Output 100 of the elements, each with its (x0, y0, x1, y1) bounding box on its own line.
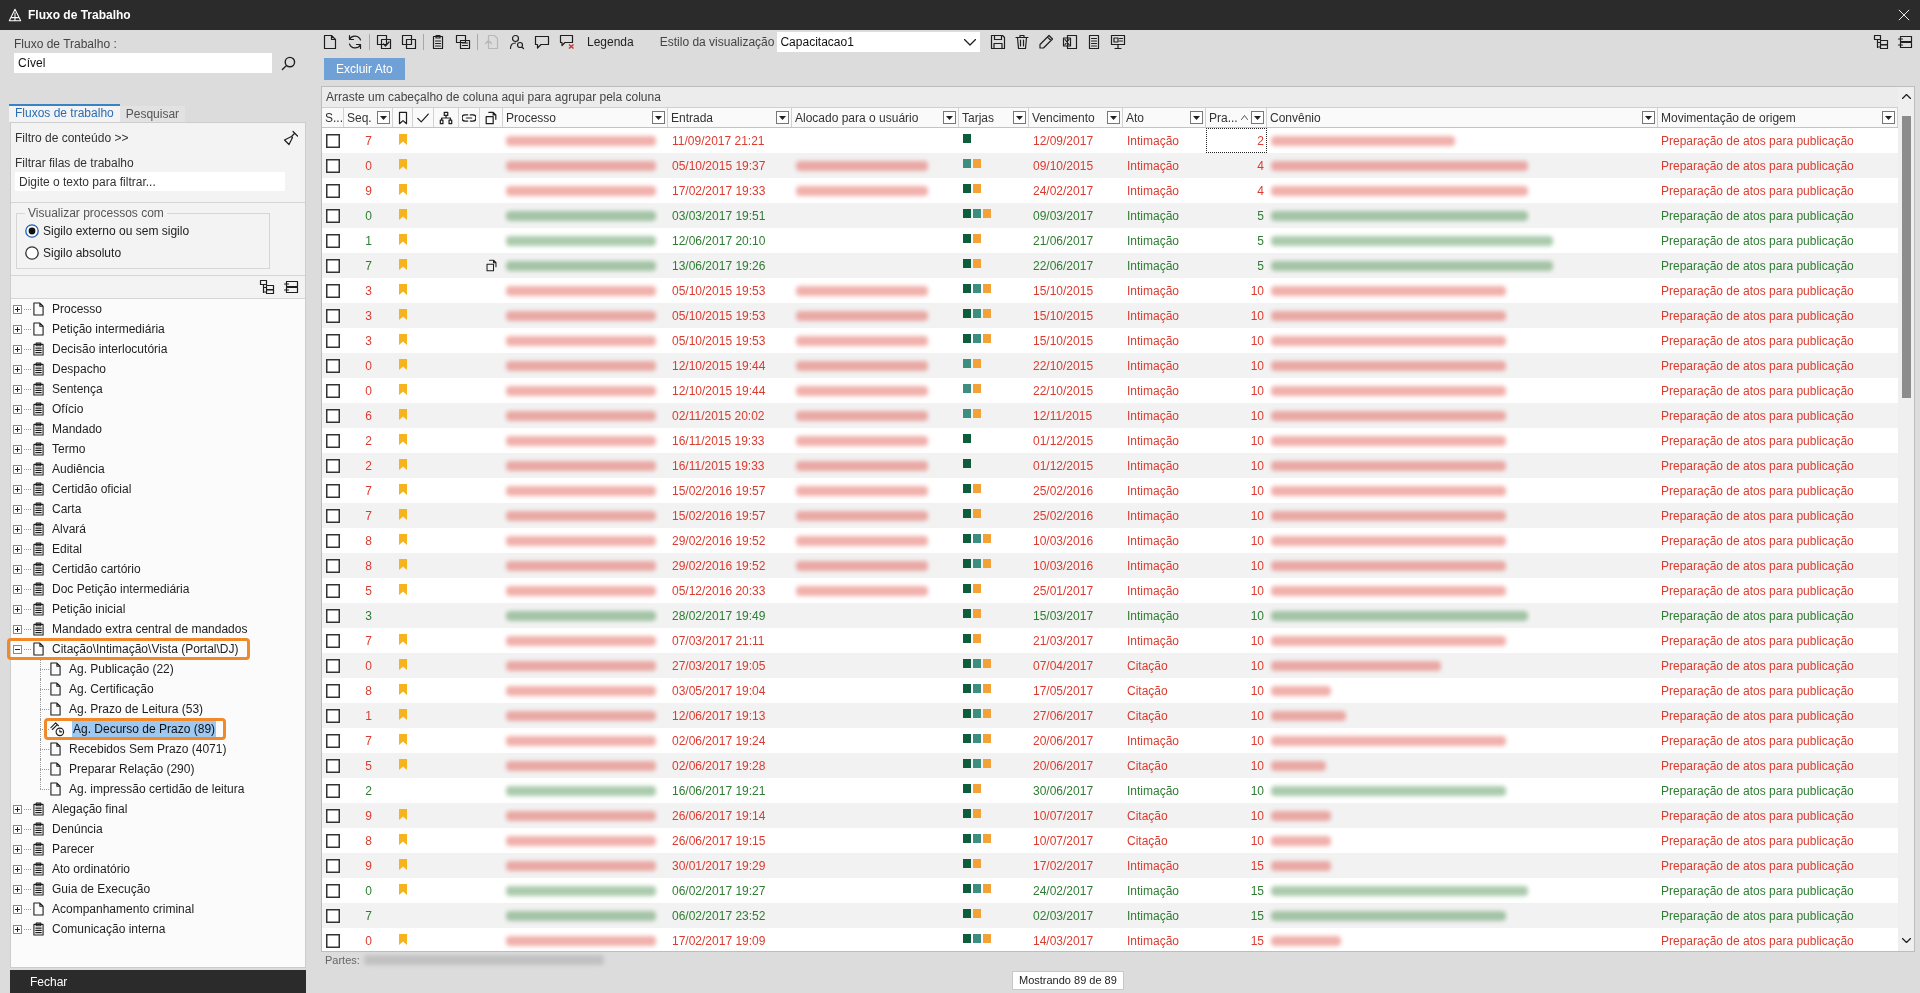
filter-dropdown-button[interactable] (1251, 111, 1264, 124)
table-row[interactable]: 2 16/11/2015 19:33 01/12/2015 Intimação 10 Preparação de atos para publicação (322, 453, 1898, 478)
checkbox[interactable] (326, 383, 340, 398)
table-row[interactable]: 7 13/06/2017 19:26 22/06/2017 Intimação 5 Preparação de atos para publicação (322, 253, 1898, 278)
column-header[interactable]: S... (322, 108, 344, 127)
tree-item[interactable]: Alvará (51, 521, 87, 537)
checkbox[interactable] (326, 183, 340, 198)
checkbox[interactable] (326, 933, 340, 948)
content-filter-toggle[interactable]: Filtro de conteúdo >> (15, 129, 129, 147)
checkbox[interactable] (326, 758, 340, 773)
tree-item[interactable]: Preparar Relação (290) (68, 761, 196, 777)
expand-icon[interactable] (13, 364, 22, 374)
tree-item[interactable]: Mandado extra central de mandados (51, 621, 249, 637)
user-search-icon[interactable] (509, 34, 525, 50)
table-row[interactable]: 9 26/06/2017 19:14 10/07/2017 Citação 10 Preparação de atos para publicação (322, 803, 1898, 828)
pencil-icon[interactable] (1038, 34, 1055, 50)
tab[interactable]: Pesquisar (119, 106, 186, 122)
expand-icon[interactable] (13, 444, 22, 454)
comment-delete-icon[interactable] (559, 34, 575, 50)
collapse-icon[interactable] (13, 644, 22, 654)
filter-dropdown-button[interactable] (943, 111, 956, 124)
expand-icon[interactable] (13, 564, 22, 574)
filter-dropdown-button[interactable] (1190, 111, 1203, 124)
save-icon[interactable] (990, 34, 1007, 50)
table-row[interactable]: 1 12/06/2017 19:13 27/06/2017 Citação 10 Preparação de atos para publicação (322, 703, 1898, 728)
expand-icon[interactable] (13, 484, 22, 494)
comment-icon[interactable] (534, 34, 550, 50)
expand-icon[interactable] (13, 504, 22, 514)
filter-dropdown-button[interactable] (1107, 111, 1120, 124)
column-header[interactable] (459, 108, 480, 127)
column-header[interactable]: Convênio (1267, 108, 1658, 127)
tree-expand-icon[interactable] (1873, 34, 1889, 50)
monitor-icon[interactable] (1110, 34, 1127, 50)
column-header[interactable]: Processo (503, 108, 668, 127)
expand-icon[interactable] (13, 344, 22, 354)
tree-item[interactable]: Ag. Certificação (68, 681, 155, 697)
expand-icon[interactable] (13, 424, 22, 434)
column-header[interactable]: Alocado para o usuário (792, 108, 959, 127)
table-row[interactable]: 0 12/10/2015 19:44 22/10/2015 Intimação 10 Preparação de atos para publicação (322, 353, 1898, 378)
broom-icon[interactable] (283, 130, 299, 146)
checkbox[interactable] (326, 858, 340, 873)
table-row[interactable]: 9 30/01/2017 19:29 17/02/2017 Intimação 15 Preparação de atos para publicação (322, 853, 1898, 878)
checkbox[interactable] (326, 358, 340, 373)
checkbox[interactable] (326, 708, 340, 723)
checkbox[interactable] (326, 583, 340, 598)
expand-icon[interactable] (13, 324, 22, 334)
checkbox[interactable] (326, 283, 340, 298)
expand-icon[interactable] (13, 604, 22, 614)
column-header[interactable]: Entrada (668, 108, 792, 127)
tree-item[interactable]: Certidão oficial (51, 481, 133, 497)
tree-item[interactable]: Edital (51, 541, 84, 557)
tree-expand-icon[interactable] (259, 279, 275, 295)
table-row[interactable]: 3 05/10/2015 19:53 15/10/2015 Intimação 10 Preparação de atos para publicação (322, 303, 1898, 328)
tree-item[interactable]: Ag. Publicação (22) (68, 661, 175, 677)
expand-icon[interactable] (13, 464, 22, 474)
tree-item[interactable]: Decisão interlocutória (51, 341, 169, 357)
checkbox[interactable] (326, 808, 340, 823)
expand-icon[interactable] (13, 624, 22, 634)
table-row[interactable]: 7 15/02/2016 19:57 25/02/2016 Intimação 10 Preparação de atos para publicação (322, 503, 1898, 528)
filter-dropdown-button[interactable] (1013, 111, 1026, 124)
refresh-icon[interactable] (347, 34, 363, 50)
search-icon[interactable] (281, 55, 296, 71)
expand-icon[interactable] (13, 524, 22, 534)
tree-item[interactable]: Citação\Intimação\Vista (Portal\DJ) (51, 641, 240, 657)
expand-icon[interactable] (13, 884, 22, 894)
checkbox[interactable] (326, 658, 340, 673)
checkbox[interactable] (326, 433, 340, 448)
checkbox[interactable] (326, 833, 340, 848)
expand-icon[interactable] (13, 904, 22, 914)
checkbox[interactable] (326, 558, 340, 573)
documents-icon[interactable] (455, 34, 471, 50)
tree-item[interactable]: Doc Petição intermediária (51, 581, 191, 597)
close-button[interactable]: Fechar (30, 973, 68, 990)
expand-icon[interactable] (13, 544, 22, 554)
copy-check-icon[interactable] (376, 34, 392, 50)
radio-option[interactable]: Sigilo externo ou sem sigilo (25, 220, 190, 242)
tree-item[interactable]: Ato ordinatório (51, 861, 132, 877)
filter-dropdown-button[interactable] (1882, 111, 1895, 124)
expand-icon[interactable] (13, 844, 22, 854)
tree-item[interactable]: Certidão cartório (51, 561, 142, 577)
checkbox[interactable] (326, 683, 340, 698)
tree-item[interactable]: Termo (51, 441, 87, 457)
new-document-icon[interactable] (322, 34, 338, 50)
queue-filter-field[interactable]: Digite o texto para filtrar... (15, 172, 285, 191)
expand-icon[interactable] (13, 384, 22, 394)
tree-item[interactable]: Alegação final (51, 801, 129, 817)
tree-item[interactable]: Audiência (51, 461, 106, 477)
tree-item[interactable]: Recebidos Sem Prazo (4071) (68, 741, 228, 757)
scrollbar-thumb[interactable] (1901, 116, 1911, 398)
tree-item[interactable]: Parecer (51, 841, 96, 857)
checkbox[interactable] (326, 533, 340, 548)
expand-icon[interactable] (13, 924, 22, 934)
radio-option[interactable]: Sigilo absoluto (25, 242, 122, 264)
checkbox[interactable] (326, 508, 340, 523)
checkbox[interactable] (326, 333, 340, 348)
tree-item[interactable]: Ag. Prazo de Leitura (53) (68, 701, 205, 717)
filter-dropdown-button[interactable] (652, 111, 665, 124)
table-row[interactable]: 5 02/06/2017 19:28 20/06/2017 Citação 10 Preparação de atos para publicação (322, 753, 1898, 778)
expand-icon[interactable] (13, 824, 22, 834)
table-row[interactable]: 0 27/03/2017 19:05 07/04/2017 Citação 10 Preparação de atos para publicação (322, 653, 1898, 678)
